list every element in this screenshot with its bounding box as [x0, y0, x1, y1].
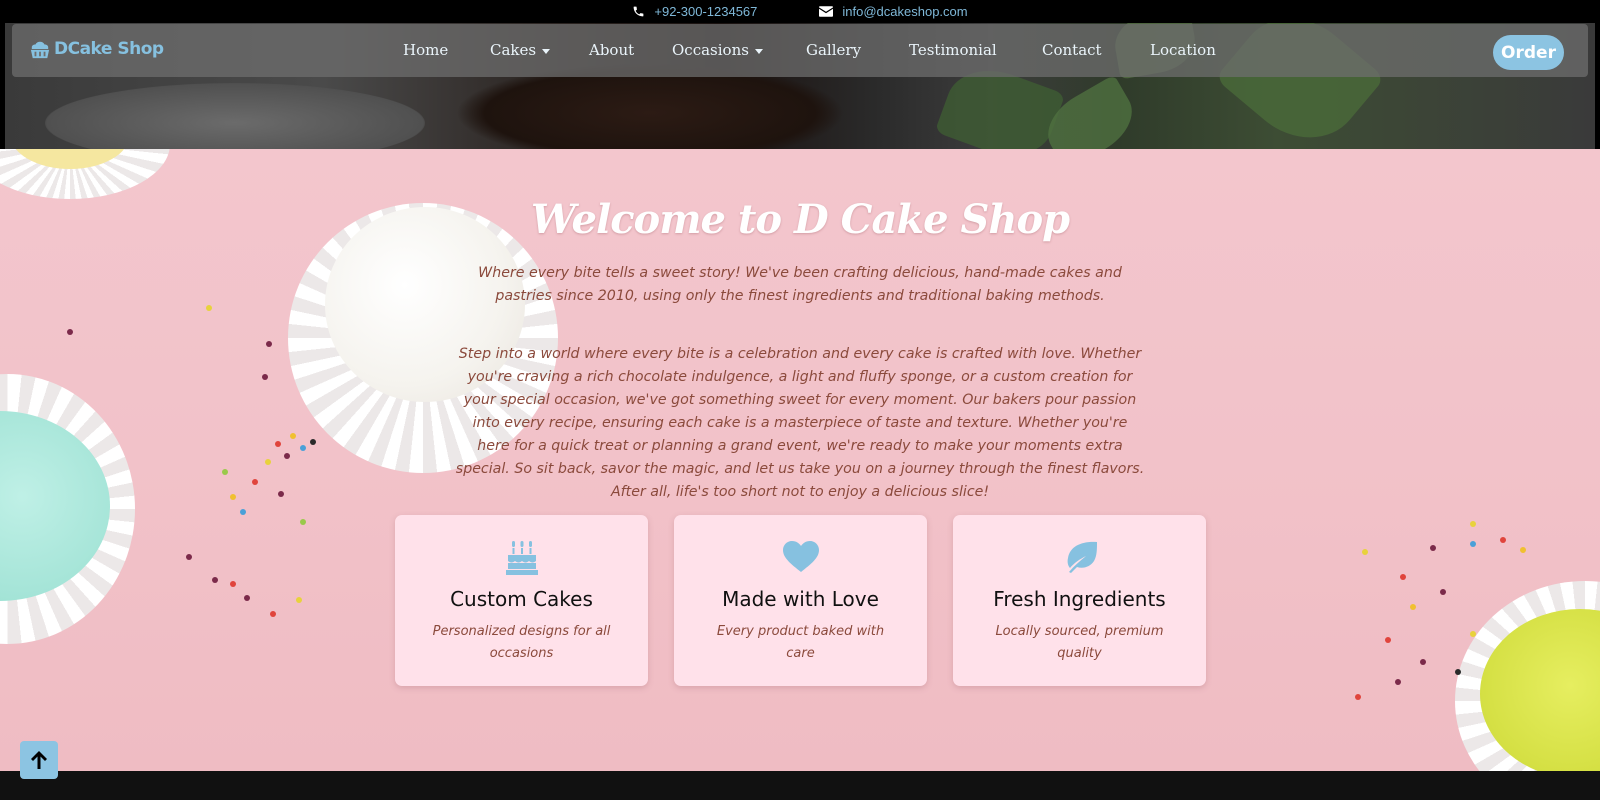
arrow-up-icon: [31, 751, 47, 769]
brand-name: DCake Shop: [54, 39, 164, 59]
main-navbar: DCake Shop Home Cakes About Occasions Ga…: [12, 24, 1588, 77]
nav-home[interactable]: Home: [403, 41, 448, 59]
phone-contact[interactable]: +92-300-1234567: [632, 4, 757, 19]
feature-card-custom-cakes: Custom Cakes Personalized designs for al…: [395, 515, 648, 686]
feature-description: Personalized designs for all occasions: [432, 624, 611, 661]
nav-label: Location: [1150, 41, 1216, 59]
feature-title: Made with Love: [722, 587, 879, 611]
contact-bar: +92-300-1234567 info@dcakeshop.com: [0, 0, 1600, 23]
nav-about[interactable]: About: [589, 41, 634, 59]
feature-title: Custom Cakes: [450, 587, 593, 611]
feature-card-made-with-love: Made with Love Every product baked with …: [674, 515, 927, 686]
leaf-icon: [1067, 541, 1097, 573]
feature-description: Every product baked with care: [716, 624, 885, 661]
birthday-cake-icon: [505, 541, 538, 575]
welcome-title: Welcome to D Cake Shop: [530, 196, 1070, 243]
welcome-section: Welcome to D Cake Shop Where every bite …: [0, 149, 1600, 771]
nav-label: Cakes: [490, 41, 537, 59]
nav-occasions-dropdown[interactable]: Occasions: [672, 41, 763, 59]
nav-label: Gallery: [806, 41, 862, 59]
nav-label: Home: [403, 41, 449, 59]
cake-icon: [30, 41, 50, 59]
nav-contact[interactable]: Contact: [1042, 41, 1102, 59]
order-button[interactable]: Order: [1493, 35, 1564, 70]
nav-label: Testimonial: [909, 41, 997, 59]
welcome-intro-text: Where every bite tells a sweet story! We…: [478, 265, 1122, 304]
footer-edge: [0, 771, 1600, 800]
back-to-top-button[interactable]: [20, 741, 58, 779]
nav-label: Occasions: [672, 41, 749, 59]
feature-title: Fresh Ingredients: [993, 587, 1166, 611]
nav-label: About: [589, 41, 635, 59]
feature-card-fresh-ingredients: Fresh Ingredients Locally sourced, premi…: [953, 515, 1206, 686]
nav-cakes-dropdown[interactable]: Cakes: [490, 41, 551, 59]
welcome-story-text: Step into a world where every bite is a …: [455, 346, 1145, 500]
chevron-down-icon: [754, 48, 763, 54]
nav-location[interactable]: Location: [1150, 41, 1216, 59]
chevron-down-icon: [542, 48, 551, 54]
nav-label: Contact: [1042, 41, 1102, 59]
phone-number[interactable]: +92-300-1234567: [654, 4, 757, 19]
nav-gallery[interactable]: Gallery: [806, 41, 861, 59]
phone-icon: [634, 6, 644, 17]
email-contact[interactable]: info@dcakeshop.com: [819, 4, 968, 19]
envelope-icon: [819, 6, 834, 17]
heart-icon: [782, 541, 819, 572]
nav-testimonial[interactable]: Testimonial: [909, 41, 997, 59]
brand-logo[interactable]: DCake Shop: [29, 39, 164, 59]
feature-description: Locally sourced, premium quality: [995, 624, 1164, 661]
email-address[interactable]: info@dcakeshop.com: [842, 4, 967, 19]
